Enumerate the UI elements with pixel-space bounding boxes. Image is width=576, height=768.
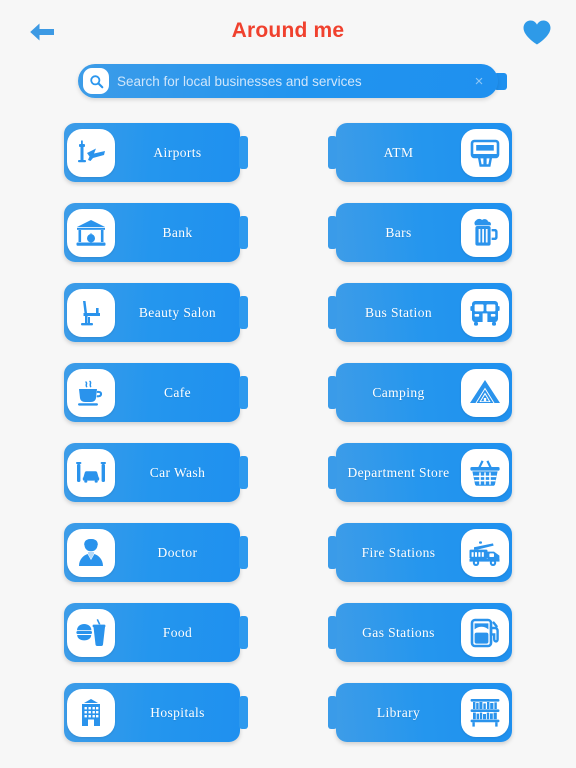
category-card[interactable]: Camping bbox=[328, 363, 512, 422]
category-card-label: Bars bbox=[385, 224, 412, 240]
card-notch bbox=[239, 296, 248, 329]
category-card-label: Hospitals bbox=[150, 704, 205, 720]
salon-chair-icon bbox=[74, 296, 108, 330]
beer-mug-icon bbox=[468, 216, 502, 250]
shopping-basket-icon bbox=[468, 456, 502, 490]
airport-icon bbox=[74, 136, 108, 170]
category-icon-tile bbox=[67, 608, 115, 657]
hospital-building-icon bbox=[74, 696, 108, 730]
category-icon-tile bbox=[67, 528, 115, 577]
category-icon-tile bbox=[461, 688, 509, 737]
category-icon-tile bbox=[67, 688, 115, 737]
category-card-label: Beauty Salon bbox=[138, 304, 217, 320]
category-card-label: Doctor bbox=[157, 544, 198, 560]
category-card-label: Camping bbox=[372, 384, 425, 400]
back-arrow-icon bbox=[27, 20, 57, 44]
category-icon-tile bbox=[461, 608, 509, 657]
category-icon-tile bbox=[461, 128, 509, 177]
card-notch bbox=[239, 696, 248, 729]
page-title: Around me bbox=[231, 19, 345, 42]
tent-icon bbox=[468, 376, 502, 410]
category-icon-tile bbox=[67, 208, 115, 257]
category-card[interactable]: Department Store bbox=[328, 443, 512, 502]
category-icon-tile bbox=[67, 288, 115, 337]
doctor-icon bbox=[74, 536, 108, 570]
category-grid: Airports Bank Beauty Salon Cafe Car Wash Doct… bbox=[0, 123, 576, 742]
category-card[interactable]: Bank bbox=[64, 203, 248, 262]
card-notch bbox=[239, 536, 248, 569]
category-card-label: Bus Station bbox=[364, 304, 433, 320]
category-card[interactable]: Bars bbox=[328, 203, 512, 262]
card-notch bbox=[239, 216, 248, 249]
bus-icon bbox=[468, 296, 502, 330]
category-card[interactable]: Airports bbox=[64, 123, 248, 182]
atm-machine-icon bbox=[468, 136, 502, 170]
category-card[interactable]: Beauty Salon bbox=[64, 283, 248, 342]
category-card[interactable]: ATM bbox=[328, 123, 512, 182]
category-card-label: Airports bbox=[153, 144, 202, 160]
coffee-cup-icon bbox=[74, 376, 108, 410]
category-icon-tile bbox=[67, 368, 115, 417]
category-card-label: Fire Stations bbox=[361, 544, 436, 560]
category-card-label: Car Wash bbox=[149, 464, 206, 480]
fast-food-icon bbox=[74, 616, 108, 650]
card-notch bbox=[239, 456, 248, 489]
category-card-label: Library bbox=[376, 704, 421, 720]
card-notch bbox=[239, 136, 248, 169]
category-card[interactable]: Car Wash bbox=[64, 443, 248, 502]
category-column-left: Airports Bank Beauty Salon Cafe Car Wash Doct… bbox=[64, 123, 248, 742]
card-notch bbox=[239, 616, 248, 649]
category-card[interactable]: Doctor bbox=[64, 523, 248, 582]
search-icon bbox=[89, 74, 104, 89]
category-card-label: Gas Stations bbox=[362, 624, 435, 640]
heart-icon bbox=[522, 19, 552, 46]
category-card-label: Cafe bbox=[163, 384, 192, 400]
car-wash-icon bbox=[74, 456, 108, 490]
fire-truck-icon bbox=[468, 536, 502, 570]
app-header: Around me bbox=[0, 0, 576, 62]
search-icon-tile bbox=[83, 68, 109, 94]
category-icon-tile bbox=[461, 208, 509, 257]
bank-icon bbox=[74, 216, 108, 250]
search-bar[interactable]: × bbox=[78, 64, 498, 98]
fuel-pump-icon bbox=[468, 616, 502, 650]
card-notch bbox=[239, 376, 248, 409]
category-icon-tile bbox=[461, 368, 509, 417]
close-icon[interactable]: × bbox=[467, 73, 491, 90]
category-card[interactable]: Library bbox=[328, 683, 512, 742]
search-container: × bbox=[78, 64, 507, 98]
category-card[interactable]: Gas Stations bbox=[328, 603, 512, 662]
category-card[interactable]: Food bbox=[64, 603, 248, 662]
category-card[interactable]: Fire Stations bbox=[328, 523, 512, 582]
category-icon-tile bbox=[461, 528, 509, 577]
category-card[interactable]: Hospitals bbox=[64, 683, 248, 742]
category-icon-tile bbox=[67, 448, 115, 497]
category-card[interactable]: Bus Station bbox=[328, 283, 512, 342]
category-card-label: ATM bbox=[383, 144, 414, 160]
search-input[interactable] bbox=[117, 73, 467, 89]
bookshelf-icon bbox=[468, 696, 502, 730]
category-card-label: Department Store bbox=[347, 464, 450, 480]
category-icon-tile bbox=[461, 288, 509, 337]
category-column-right: ATM Bars Bus Station Camping Department Stor… bbox=[328, 123, 512, 742]
category-icon-tile bbox=[67, 128, 115, 177]
favorite-button[interactable] bbox=[516, 12, 558, 52]
category-card[interactable]: Cafe bbox=[64, 363, 248, 422]
back-button[interactable] bbox=[20, 14, 64, 50]
category-icon-tile bbox=[461, 448, 509, 497]
category-card-label: Bank bbox=[162, 224, 193, 240]
category-card-label: Food bbox=[162, 624, 193, 640]
